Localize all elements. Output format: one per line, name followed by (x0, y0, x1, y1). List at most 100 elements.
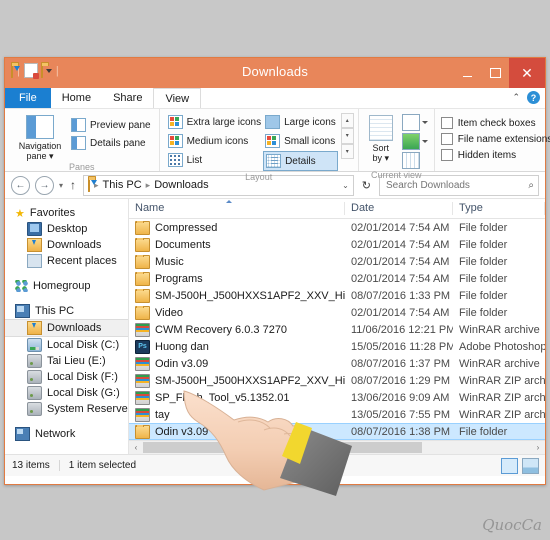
table-row[interactable]: Programs 02/01/2014 7:54 AM File folder (129, 270, 545, 287)
tab-view[interactable]: View (153, 88, 202, 108)
sort-ascending-icon (226, 200, 233, 203)
group-label-layout: Layout (245, 172, 273, 182)
layout-details[interactable]: Details (263, 151, 338, 171)
file-name: CWM Recovery 6.0.3 7270 (155, 323, 288, 336)
file-date: 02/01/2014 7:54 AM (351, 272, 450, 285)
layout-gallery-scroll[interactable]: ▴ ▾ ▾ (340, 113, 354, 159)
file-name: Documents (155, 238, 211, 251)
sidebar-label-favorites: Favorites (29, 207, 76, 219)
sidebar-item-network[interactable]: Network (5, 426, 128, 442)
winrar-archive-icon (135, 373, 150, 388)
layout-medium-icons[interactable]: Medium icons (166, 132, 263, 150)
table-row[interactable]: SM-J500H_J500HXXS1APF2_XXV_HiepGia_Samsu… (129, 287, 545, 304)
sidebar-item-local-disk-f[interactable]: Local Disk (F:) (5, 369, 128, 385)
forward-button[interactable]: → (35, 175, 54, 195)
sidebar-item-local-disk-c[interactable]: Local Disk (C:) (5, 337, 128, 353)
table-row-selected[interactable]: Odin v3.09 08/07/2016 1:38 PM File folde… (129, 423, 545, 440)
layout-expand-icon[interactable]: ▾ (340, 143, 354, 159)
preview-pane-button[interactable]: Preview pane (69, 116, 153, 134)
large-icons-view-icon[interactable] (522, 458, 539, 474)
scrollbar-thumb[interactable] (143, 442, 423, 453)
navigation-pane-button[interactable]: Navigation pane ▾ (11, 113, 69, 161)
file-name: SP_Flash_Tool_v5.1352.01 (155, 391, 290, 404)
sort-by-button[interactable]: Sort by ▾ (365, 113, 397, 163)
layout-label-4: List (186, 154, 203, 166)
preview-pane-icon (71, 118, 86, 132)
winrar-archive-icon (135, 390, 150, 405)
sidebar-item-desktop[interactable]: Desktop (5, 221, 128, 237)
window-controls: ✕ (453, 58, 545, 88)
recent-places-icon (27, 254, 42, 268)
help-icon[interactable]: ? (527, 91, 540, 104)
layout-scroll-up-icon[interactable]: ▴ (340, 113, 354, 129)
file-date: 02/01/2014 7:54 AM (351, 306, 450, 319)
layout-small-icons[interactable]: Small icons (263, 132, 338, 150)
sidebar-label-local-disk-g: Local Disk (G:) (47, 387, 120, 399)
maximize-button[interactable] (481, 58, 509, 88)
sidebar-item-tai-lieu-e[interactable]: Tai Lieu (E:) (5, 353, 128, 369)
table-row[interactable]: tay 13/05/2016 7:55 PM WinRAR ZIP archiv… (129, 406, 545, 423)
scroll-right-button[interactable]: › (531, 441, 545, 454)
file-date: 13/06/2016 9:09 AM (351, 391, 450, 404)
table-row[interactable]: Odin v3.09 08/07/2016 1:37 PM WinRAR arc… (129, 355, 545, 372)
drive-icon (27, 370, 42, 384)
sort-by-icon (368, 115, 393, 141)
winrar-archive-icon (135, 322, 150, 337)
size-column-button[interactable] (401, 133, 428, 150)
column-header-type[interactable]: Type (453, 199, 545, 218)
watermark: QuocCa (482, 516, 542, 534)
table-row[interactable]: Video 02/01/2014 7:54 AM File folder (129, 304, 545, 321)
tab-home[interactable]: Home (50, 88, 103, 108)
sidebar-item-recent-places[interactable]: Recent places (5, 253, 128, 269)
layout-extra-large-icons[interactable]: Extra large icons (166, 113, 263, 131)
collapse-ribbon-icon[interactable]: ⌃ (512, 92, 520, 103)
breadcrumb-this-pc[interactable]: This PC (103, 179, 142, 191)
close-button[interactable]: ✕ (509, 58, 545, 88)
navigation-pane-label-2: pane ▾ (26, 151, 54, 161)
sidebar-item-system-reserved-h[interactable]: System Reserved (H: (5, 401, 128, 417)
size-column-icon (401, 133, 420, 150)
layout-label-5: Details (285, 155, 316, 167)
table-row[interactable]: Music 02/01/2014 7:54 AM File folder (129, 253, 545, 270)
sidebar-item-this-pc[interactable]: This PC (5, 303, 128, 319)
horizontal-scrollbar[interactable]: ‹ › (129, 440, 545, 454)
layout-large-icons[interactable]: Large icons (263, 113, 338, 131)
layout-scroll-down-icon[interactable]: ▾ (340, 128, 354, 144)
column-headers: Name Date Type (129, 199, 545, 219)
column-header-name[interactable]: Name (129, 199, 345, 218)
details-pane-button[interactable]: Details pane (69, 134, 153, 152)
up-button[interactable]: ↑ (68, 178, 78, 192)
item-check-boxes-checkbox[interactable]: Item check boxes (440, 115, 550, 131)
table-row[interactable]: Compressed 02/01/2014 7:54 AM File folde… (129, 219, 545, 236)
ribbon-group-panes: Navigation pane ▾ Preview pane Details p… (5, 109, 160, 172)
tab-file[interactable]: File (5, 88, 51, 108)
file-type: File folder (459, 272, 508, 285)
scrollbar-track[interactable] (143, 441, 531, 454)
recent-locations-caret-icon[interactable]: ▾ (59, 181, 63, 190)
explorer-content: ★ Favorites Desktop Downloads Recent pla… (5, 199, 545, 454)
tab-share[interactable]: Share (102, 88, 154, 108)
back-button[interactable]: ← (11, 175, 30, 195)
scroll-left-button[interactable]: ‹ (129, 441, 143, 454)
table-row[interactable]: CWM Recovery 6.0.3 7270 11/06/2016 12:21… (129, 321, 545, 338)
sidebar-item-local-disk-g[interactable]: Local Disk (G:) (5, 385, 128, 401)
add-columns-button[interactable] (401, 114, 428, 131)
details-view-icon[interactable] (501, 458, 518, 474)
hidden-items-checkbox[interactable]: Hidden items (440, 147, 550, 163)
sidebar-item-favorites[interactable]: ★ Favorites (5, 205, 128, 221)
table-row[interactable]: SM-J500H_J500HXXS1APF2_XXV_HiepGia_Samsu… (129, 372, 545, 389)
column-header-date[interactable]: Date (345, 199, 453, 218)
table-row[interactable]: SP_Flash_Tool_v5.1352.01 13/06/2016 9:09… (129, 389, 545, 406)
ribbon-group-current-view: Sort by ▾ Current view (359, 109, 435, 180)
layout-list[interactable]: List (166, 151, 263, 169)
sidebar-item-downloads[interactable]: Downloads (5, 319, 128, 337)
photoshop-file-icon: Ps (135, 339, 150, 354)
table-row[interactable]: Documents 02/01/2014 7:54 AM File folder (129, 236, 545, 253)
table-row[interactable]: Ps Huong dan 15/05/2016 11:28 PM Adobe Ph… (129, 338, 545, 355)
sidebar-item-downloads-fav[interactable]: Downloads (5, 237, 128, 253)
file-name: SM-J500H_J500HXXS1APF2_XXV_HiepGia_Samsu… (155, 289, 345, 302)
minimize-button[interactable] (453, 58, 481, 88)
file-name-extensions-checkbox[interactable]: File name extensions (440, 131, 550, 147)
sidebar-item-homegroup[interactable]: Homegroup (5, 278, 128, 294)
size-all-columns-button[interactable] (401, 152, 428, 169)
